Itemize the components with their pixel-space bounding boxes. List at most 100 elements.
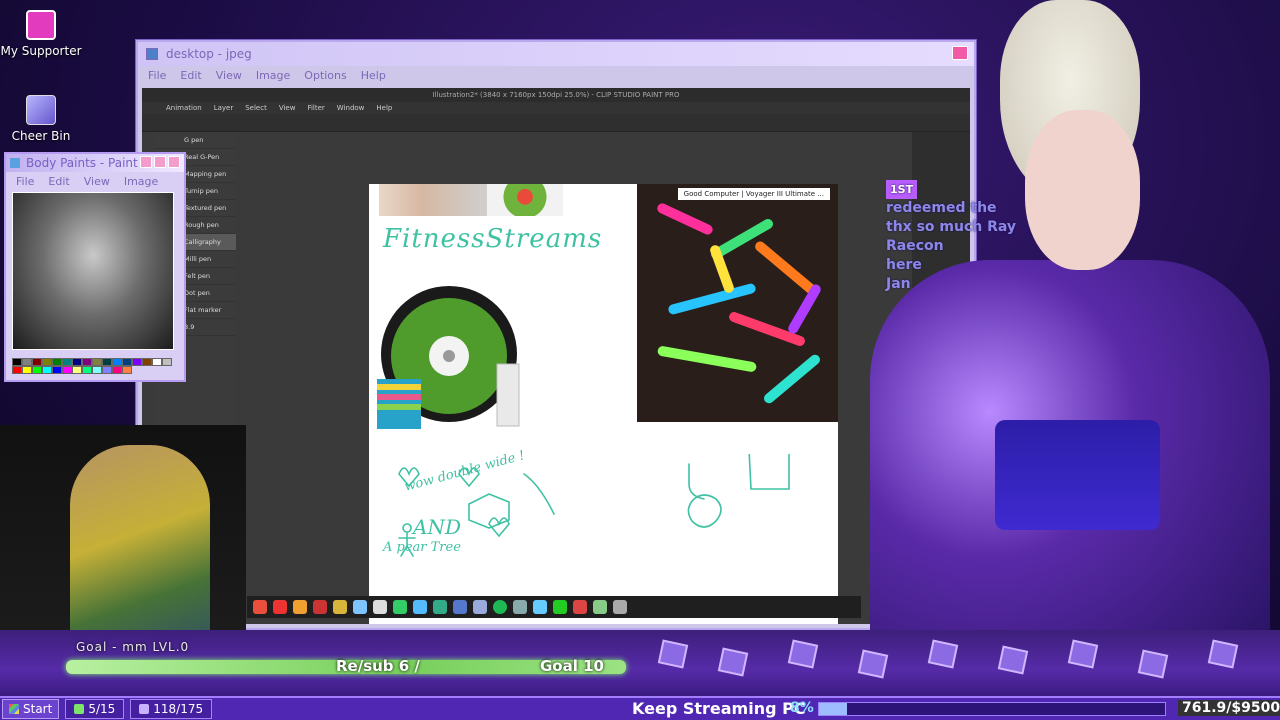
bottom-bar: Start 5/15 118/175 Keep Streaming PC 8% … xyxy=(0,696,1280,720)
app-icon[interactable] xyxy=(473,600,487,614)
app-icon[interactable] xyxy=(573,600,587,614)
palette-swatch[interactable] xyxy=(12,366,22,374)
brush-g-pen[interactable]: G pen xyxy=(154,132,236,149)
app-icon[interactable] xyxy=(453,600,467,614)
paint-titlebar[interactable]: Body Paints - Paint xyxy=(6,154,184,172)
app-icon[interactable] xyxy=(553,600,567,614)
goal-overlay: Goal - mm LVL.0 Re/sub 6 / Goal 10 xyxy=(0,630,1280,696)
palette-swatch[interactable] xyxy=(82,366,92,374)
chat-overlay: 1ST redeemed the thx so much Ray Raecon … xyxy=(886,180,1026,294)
desktop-icon-label: Cheer Bin xyxy=(11,129,71,143)
chat-line: Jan xyxy=(886,276,911,292)
palette-swatch[interactable] xyxy=(42,358,52,366)
palette-swatch[interactable] xyxy=(112,366,122,374)
palette-swatch[interactable] xyxy=(162,358,172,366)
maximize-button[interactable] xyxy=(154,156,166,168)
desktop-icon-my-supporter[interactable]: My Supporter xyxy=(0,10,86,58)
paint-menu-view[interactable]: View xyxy=(84,175,110,189)
palette-swatch[interactable] xyxy=(52,358,62,366)
minimize-button[interactable] xyxy=(140,156,152,168)
drawing-canvas[interactable]: FitnessStreams Good Computer | Voyager I… xyxy=(369,184,838,624)
app-icon[interactable] xyxy=(433,600,447,614)
goal-target: Goal 10 xyxy=(540,657,604,675)
desktop-jpeg-window: desktop - jpeg File Edit View Image Opti… xyxy=(136,40,976,630)
palette-swatch[interactable] xyxy=(122,366,132,374)
palette-swatch[interactable] xyxy=(62,366,72,374)
palette-swatch[interactable] xyxy=(92,366,102,374)
app-icon[interactable] xyxy=(413,600,427,614)
keep-streaming-fill xyxy=(819,703,847,715)
app-icon[interactable] xyxy=(393,600,407,614)
clip-studio-app: Illustration2* (3840 x 7160px 150dpi 25.… xyxy=(142,88,970,624)
palette-swatch[interactable] xyxy=(112,358,122,366)
palette-swatch[interactable] xyxy=(42,366,52,374)
sequin-top xyxy=(995,420,1160,530)
menu-options[interactable]: Options xyxy=(304,69,346,83)
windows-flag-icon xyxy=(9,704,19,714)
chrome-icon[interactable] xyxy=(253,600,267,614)
app-toolbar xyxy=(142,114,970,132)
salad-photo xyxy=(487,184,563,216)
app-menu-help[interactable]: Help xyxy=(376,102,392,114)
close-button[interactable] xyxy=(168,156,180,168)
desktop-icon-cheer-bin[interactable]: Cheer Bin xyxy=(0,95,86,143)
menu-help[interactable]: Help xyxy=(361,69,386,83)
app-icon[interactable] xyxy=(373,600,387,614)
app-icon[interactable] xyxy=(313,600,327,614)
palette-swatch[interactable] xyxy=(132,358,142,366)
canvas-title: FitnessStreams xyxy=(383,224,603,254)
app-menu-select[interactable]: Select xyxy=(245,102,267,114)
color-palette xyxy=(12,358,176,374)
app-icon[interactable] xyxy=(613,600,627,614)
palette-swatch[interactable] xyxy=(152,358,162,366)
photo-label: Good Computer | Voyager III Ultimate ... xyxy=(677,188,830,200)
palette-swatch[interactable] xyxy=(92,358,102,366)
app-menu-window[interactable]: Window xyxy=(337,102,365,114)
app-icon[interactable] xyxy=(353,600,367,614)
palette-swatch[interactable] xyxy=(62,358,72,366)
palette-swatch[interactable] xyxy=(72,358,82,366)
app-menu-filter[interactable]: Filter xyxy=(307,102,324,114)
start-button[interactable]: Start xyxy=(2,699,60,719)
menu-file[interactable]: File xyxy=(148,69,166,83)
app-icon[interactable] xyxy=(333,600,347,614)
opera-icon[interactable] xyxy=(273,600,287,614)
palette-swatch[interactable] xyxy=(102,358,112,366)
palette-swatch[interactable] xyxy=(12,358,22,366)
balloon-shape xyxy=(656,345,758,373)
balloon-animals-photo: Good Computer | Voyager III Ultimate ... xyxy=(637,184,838,422)
app-menu-layer[interactable]: Layer xyxy=(214,102,234,114)
app-menu-animation[interactable]: Animation xyxy=(166,102,202,114)
app-icon[interactable] xyxy=(293,600,307,614)
palette-swatch[interactable] xyxy=(102,366,112,374)
palette-swatch[interactable] xyxy=(52,366,62,374)
palette-swatch[interactable] xyxy=(142,358,152,366)
palette-swatch[interactable] xyxy=(22,366,32,374)
chat-badge: 1ST xyxy=(886,180,918,199)
palette-swatch[interactable] xyxy=(122,358,132,366)
doodle-line-2: AND xyxy=(413,515,461,539)
doodle-line-3: A pear Tree xyxy=(383,540,461,555)
app-icon[interactable] xyxy=(593,600,607,614)
paint-menubar: File Edit View Image xyxy=(6,172,184,192)
menu-edit[interactable]: Edit xyxy=(180,69,201,83)
app-icon[interactable] xyxy=(513,600,527,614)
spotify-icon[interactable] xyxy=(493,600,507,614)
palette-swatch[interactable] xyxy=(22,358,32,366)
window-titlebar[interactable]: desktop - jpeg xyxy=(138,42,974,66)
body-paint-image xyxy=(12,192,174,350)
paint-menu-edit[interactable]: Edit xyxy=(48,175,69,189)
menu-image[interactable]: Image xyxy=(256,69,290,83)
face xyxy=(1025,110,1140,270)
paint-menu-file[interactable]: File xyxy=(16,175,34,189)
app-menu-view[interactable]: View xyxy=(279,102,296,114)
menu-view[interactable]: View xyxy=(216,69,242,83)
palette-swatch[interactable] xyxy=(32,366,42,374)
app-icon[interactable] xyxy=(533,600,547,614)
paint-menu-image[interactable]: Image xyxy=(124,175,158,189)
gift-box-icon xyxy=(1137,649,1169,679)
start-label: Start xyxy=(23,702,53,716)
palette-swatch[interactable] xyxy=(72,366,82,374)
palette-swatch[interactable] xyxy=(82,358,92,366)
palette-swatch[interactable] xyxy=(32,358,42,366)
